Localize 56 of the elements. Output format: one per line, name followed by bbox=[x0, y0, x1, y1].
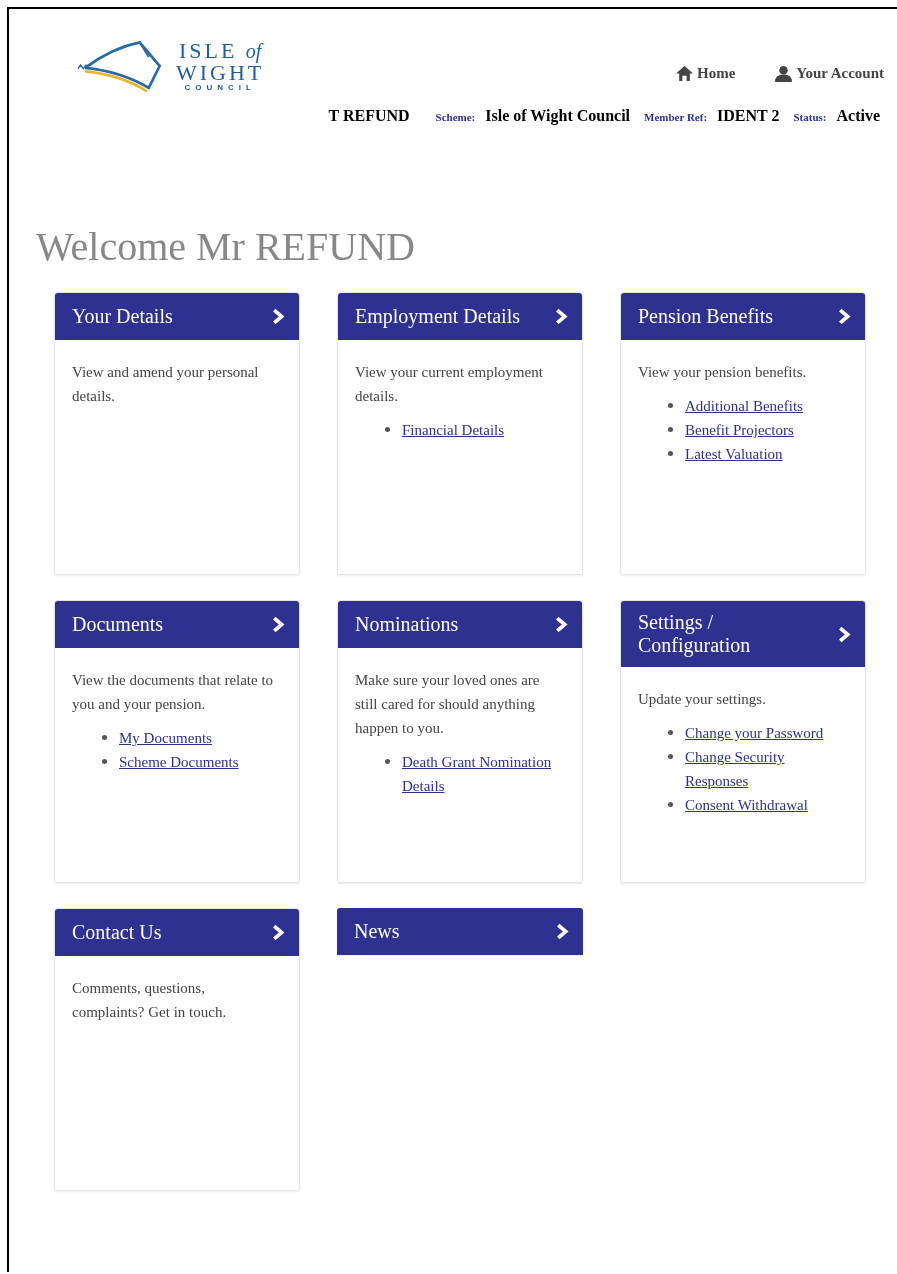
bullet-icon bbox=[385, 759, 390, 764]
card-header[interactable]: Your Details bbox=[55, 293, 299, 340]
link[interactable]: Benefit Projectors bbox=[685, 418, 794, 442]
link[interactable]: Change your Password bbox=[685, 721, 824, 745]
card-header[interactable]: Settings / Configuration bbox=[621, 601, 865, 667]
card-description: View your current employment details. bbox=[355, 363, 544, 406]
link[interactable]: Change Security Responses bbox=[685, 745, 843, 793]
bullet-icon bbox=[668, 802, 673, 807]
bullet-icon bbox=[102, 759, 107, 764]
home-icon bbox=[676, 65, 693, 82]
card-header[interactable]: Documents bbox=[55, 601, 299, 648]
bullet-icon bbox=[668, 427, 673, 432]
field-value: T REFUND bbox=[328, 107, 410, 125]
link[interactable]: Scheme Documents bbox=[119, 750, 239, 774]
chevron-icon bbox=[555, 616, 568, 633]
card-header[interactable]: News bbox=[337, 908, 583, 955]
field-value: IDENT 2 bbox=[717, 107, 780, 125]
bullet-icon bbox=[668, 730, 673, 735]
field-value: Isle of Wight Council bbox=[485, 107, 631, 125]
card-header[interactable]: Nominations bbox=[338, 601, 582, 648]
welcome-heading: Welcome Mr REFUND bbox=[36, 223, 416, 270]
chevron-icon bbox=[838, 308, 851, 325]
link[interactable]: Financial Details bbox=[402, 418, 505, 442]
chevron-icon bbox=[272, 616, 285, 633]
logo[interactable]: ISLE of WIGHT COUNCIL bbox=[76, 37, 265, 95]
card-description: Make sure your loved ones are still cared for should anything happen to you. bbox=[355, 671, 541, 738]
chevron-icon bbox=[555, 308, 568, 325]
chevron-icon bbox=[838, 625, 851, 643]
card-description: Update your settings. bbox=[638, 690, 767, 709]
field-label: Member Ref: bbox=[644, 111, 708, 123]
card-header[interactable]: Pension Benefits bbox=[621, 293, 865, 340]
bullet-icon bbox=[668, 403, 673, 408]
link[interactable]: Latest Valuation bbox=[685, 442, 783, 466]
bullet-icon bbox=[668, 451, 673, 456]
home-link[interactable]: Home bbox=[676, 65, 736, 82]
field-label: Status: bbox=[793, 111, 827, 123]
link[interactable]: Additional Benefits bbox=[685, 394, 803, 418]
card-header[interactable]: Contact Us bbox=[55, 909, 299, 956]
account-link[interactable]: Your Account bbox=[775, 65, 884, 82]
card-description: Comments, questions, complaints? Get in touch. bbox=[72, 979, 228, 1022]
field-value: Active bbox=[836, 107, 880, 125]
bullet-icon bbox=[668, 754, 673, 759]
chevron-icon bbox=[272, 924, 285, 941]
field-label: Scheme: bbox=[435, 111, 476, 123]
link[interactable]: Death Grant Nomination Details bbox=[402, 750, 560, 798]
person-icon bbox=[775, 65, 793, 82]
bullet-icon bbox=[385, 427, 390, 432]
bullet-icon bbox=[102, 735, 107, 740]
card-header[interactable]: Employment Details bbox=[338, 293, 582, 340]
chevron-icon bbox=[556, 923, 569, 940]
link[interactable]: My Documents bbox=[119, 726, 212, 750]
card-description: View the documents that relate to you and your pension. bbox=[72, 671, 275, 714]
card-description: View your pension benefits. bbox=[638, 363, 808, 382]
link[interactable]: Consent Withdrawal bbox=[685, 793, 808, 817]
chevron-icon bbox=[272, 308, 285, 325]
card-description: View and amend your personal details. bbox=[72, 363, 260, 406]
